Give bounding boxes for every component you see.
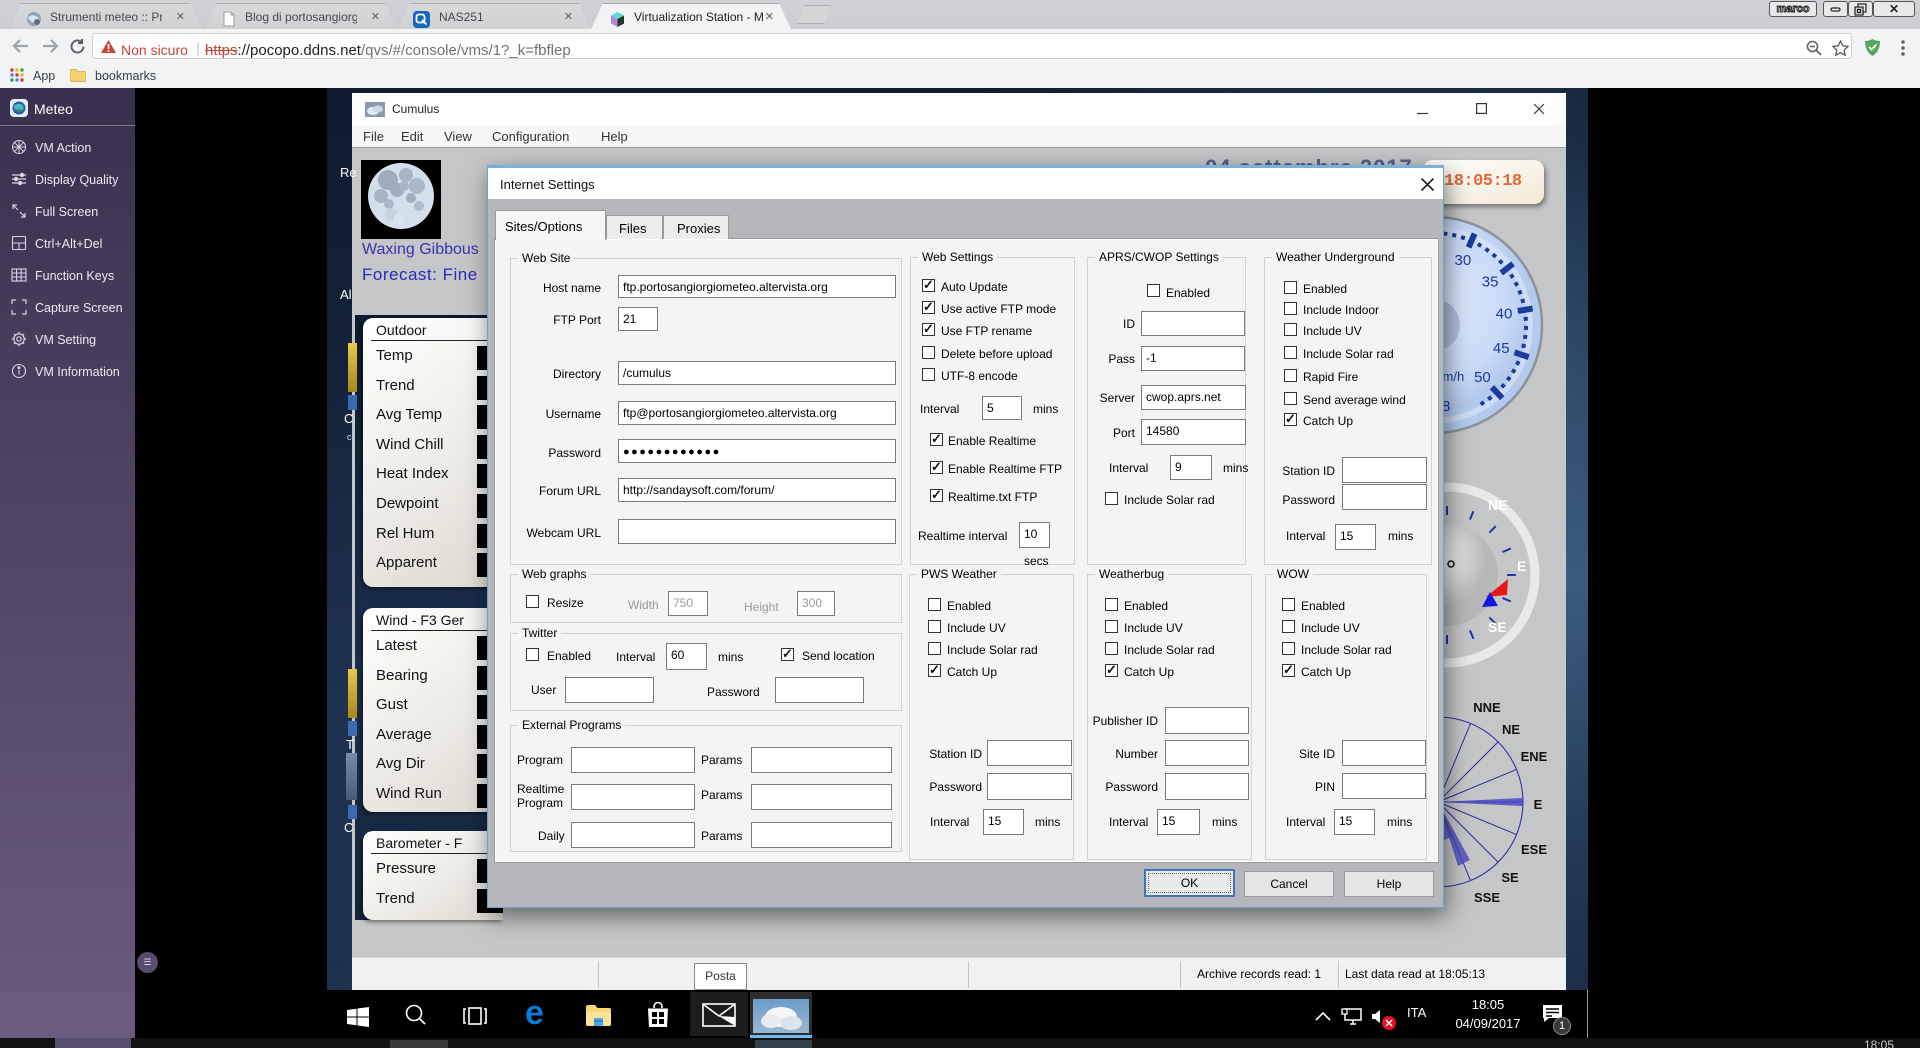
svg-text:50: 50 [1474, 369, 1491, 386]
svg-text:SSE: SSE [1474, 890, 1500, 905]
svg-text:SE: SE [1501, 870, 1519, 885]
svg-text:30: 30 [1455, 252, 1472, 269]
svg-text:E: E [1534, 797, 1543, 812]
svg-text:40: 40 [1496, 305, 1513, 322]
svg-text:NNE: NNE [1473, 700, 1501, 715]
svg-text:45: 45 [1493, 340, 1510, 357]
svg-text:E: E [1517, 558, 1526, 574]
svg-text:ENE: ENE [1521, 749, 1548, 764]
svg-text:NE: NE [1502, 722, 1520, 737]
svg-text:NE: NE [1488, 497, 1507, 513]
svg-text:ESE: ESE [1521, 842, 1547, 857]
svg-text:35: 35 [1482, 274, 1499, 291]
svg-text:SE: SE [1488, 619, 1507, 635]
